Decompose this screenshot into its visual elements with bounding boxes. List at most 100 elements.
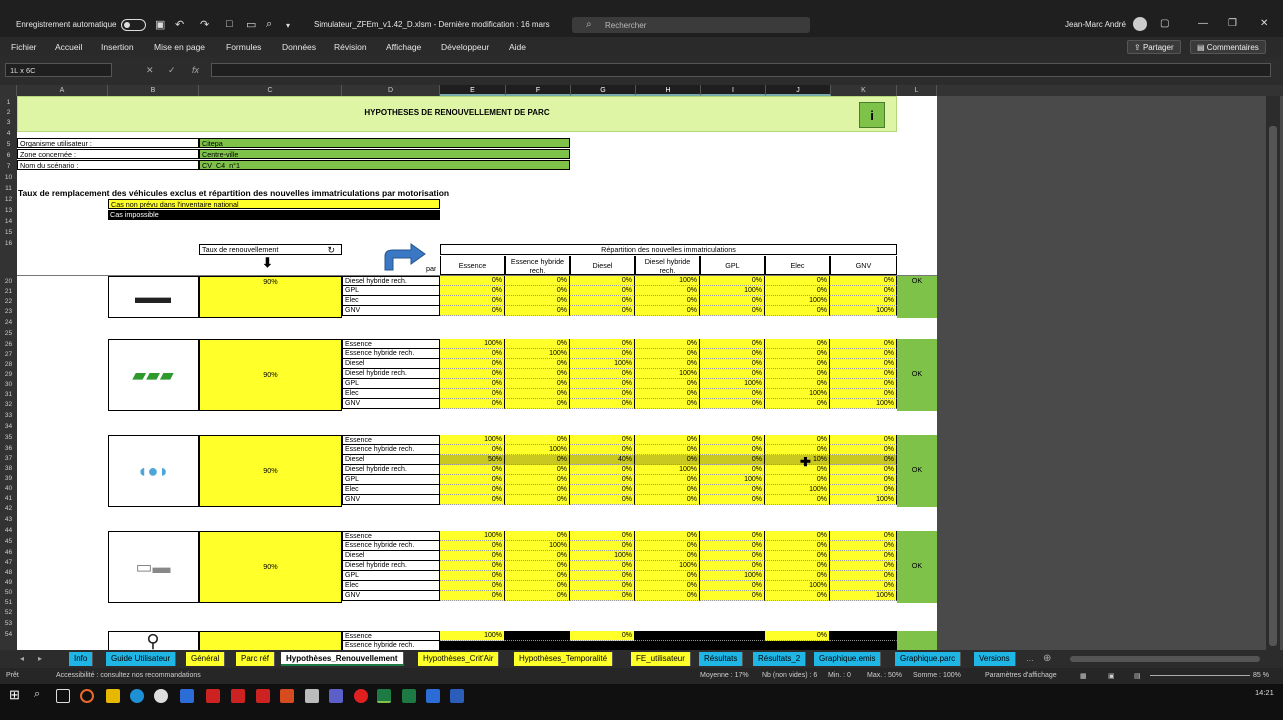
row-header[interactable]: 6 (0, 151, 17, 161)
percent-cell[interactable]: 0% (635, 389, 700, 399)
row-header[interactable]: 45 (0, 537, 17, 547)
column-header[interactable]: A (17, 85, 108, 96)
row-header[interactable]: 24 (0, 318, 17, 328)
percent-cell[interactable] (830, 631, 897, 641)
row-header[interactable]: 20 (0, 277, 17, 287)
percent-cell[interactable]: 0% (700, 296, 765, 306)
next-sheet-icon[interactable]: ▸ (38, 654, 42, 663)
row-header[interactable]: 42 (0, 504, 17, 514)
tab-2[interactable]: Général (186, 652, 226, 666)
percent-cell[interactable]: 0% (570, 631, 635, 641)
percent-cell[interactable]: 100% (440, 435, 505, 445)
row-header[interactable]: 22 (0, 297, 17, 307)
percent-cell[interactable]: 0% (440, 286, 505, 296)
percent-cell[interactable]: 0% (505, 591, 570, 601)
share-button[interactable]: ⇪ Partager (1127, 40, 1181, 54)
refresh-icon[interactable]: ↻ (327, 245, 335, 254)
menu-aide[interactable]: Aide (509, 42, 526, 52)
percent-cell[interactable]: 0% (440, 591, 505, 601)
percent-cell[interactable]: 0% (700, 306, 765, 316)
row-header[interactable]: 51 (0, 598, 17, 608)
windows-start-icon[interactable]: ⊞ (9, 687, 20, 703)
excel-icon[interactable] (377, 689, 391, 703)
column-header[interactable]: D (342, 85, 440, 96)
percent-cell[interactable]: 0% (635, 475, 700, 485)
new-file-icon[interactable]: □ (226, 18, 233, 30)
row-header[interactable]: 40 (0, 484, 17, 494)
percent-cell[interactable]: 0% (700, 359, 765, 369)
percent-cell[interactable]: 0% (440, 276, 505, 286)
percent-cell[interactable] (635, 631, 700, 641)
row-header[interactable]: 50 (0, 588, 17, 598)
percent-cell[interactable]: 0% (635, 339, 700, 349)
percent-cell[interactable]: 0% (570, 369, 635, 379)
row-header[interactable]: 48 (0, 568, 17, 578)
percent-cell[interactable]: 0% (505, 369, 570, 379)
percent-cell[interactable]: 0% (635, 286, 700, 296)
percent-cell[interactable]: 0% (570, 581, 635, 591)
percent-cell[interactable]: 0% (570, 389, 635, 399)
percent-cell[interactable]: 0% (570, 475, 635, 485)
tab-6[interactable]: Hypothèses_Temporalité (514, 652, 614, 666)
enter-icon[interactable]: ✓ (168, 65, 176, 76)
percent-cell[interactable]: 0% (700, 445, 765, 455)
percent-cell[interactable]: 10% (765, 455, 830, 465)
percent-cell[interactable]: 0% (765, 541, 830, 551)
powerpoint-icon[interactable] (280, 689, 294, 703)
percent-cell[interactable]: 0% (830, 475, 897, 485)
percent-cell[interactable]: 0% (440, 349, 505, 359)
percent-cell[interactable]: 0% (830, 339, 897, 349)
row-header[interactable]: 52 (0, 608, 17, 618)
row-header[interactable]: 11 (0, 184, 17, 194)
percent-cell[interactable]: 0% (700, 495, 765, 505)
percent-cell[interactable]: 100% (765, 581, 830, 591)
percent-cell[interactable]: 0% (635, 591, 700, 601)
percent-cell[interactable]: 100% (570, 359, 635, 369)
percent-cell[interactable]: 0% (440, 551, 505, 561)
percent-cell[interactable]: 0% (635, 399, 700, 409)
row-header[interactable]: 26 (0, 340, 17, 350)
search-box[interactable]: ⌕ Rechercher (572, 17, 810, 33)
zoom-slider[interactable] (1150, 675, 1250, 676)
autosave-toggle[interactable] (121, 19, 146, 31)
row-header[interactable]: 2 (0, 108, 17, 118)
row-header[interactable]: 29 (0, 370, 17, 380)
explorer-icon[interactable] (106, 689, 120, 703)
percent-cell[interactable]: 0% (505, 339, 570, 349)
percent-cell[interactable]: 0% (765, 495, 830, 505)
tab-5[interactable]: Hypothèses_Crit'Air (418, 652, 500, 666)
more-sheets-icon[interactable]: … (1026, 654, 1034, 663)
percent-cell[interactable]: 0% (765, 276, 830, 286)
percent-cell[interactable]: 0% (505, 286, 570, 296)
open-icon[interactable]: ▭ (246, 18, 256, 31)
zone-value[interactable]: Centre-ville (199, 149, 570, 159)
scroll-thumb[interactable] (1269, 126, 1277, 646)
percent-cell[interactable]: 0% (440, 369, 505, 379)
menu-developpeur[interactable]: Développeur (441, 42, 489, 52)
menu-fichier[interactable]: Fichier (11, 42, 37, 52)
percent-cell[interactable]: 0% (700, 399, 765, 409)
percent-cell[interactable]: 0% (440, 541, 505, 551)
percent-cell[interactable]: 0% (765, 551, 830, 561)
renewal-rate-cell[interactable]: 90% (199, 276, 342, 318)
accessibility-status[interactable]: Accessibilité : consultez nos recommanda… (56, 672, 201, 679)
percent-cell[interactable]: 0% (700, 485, 765, 495)
tab-8[interactable]: Résultats (699, 652, 744, 666)
row-header[interactable]: 38 (0, 464, 17, 474)
row-header[interactable]: 44 (0, 526, 17, 536)
percent-cell[interactable]: 0% (765, 465, 830, 475)
add-sheet-icon[interactable]: ⊕ (1043, 653, 1051, 664)
avatar[interactable] (1133, 17, 1147, 31)
percent-cell[interactable]: 0% (635, 551, 700, 561)
percent-cell[interactable]: 0% (635, 435, 700, 445)
percent-cell[interactable]: 0% (830, 571, 897, 581)
percent-cell[interactable] (700, 641, 765, 650)
percent-cell[interactable]: 0% (700, 531, 765, 541)
percent-cell[interactable]: 0% (440, 399, 505, 409)
percent-cell[interactable]: 0% (765, 369, 830, 379)
row-header[interactable]: 39 (0, 474, 17, 484)
spreadsheet-grid[interactable]: HYPOTHESES DE RENOUVELLEMENT DE PARC i O… (17, 96, 937, 650)
percent-cell[interactable]: 0% (830, 551, 897, 561)
row-header[interactable]: 47 (0, 558, 17, 568)
search-icon[interactable]: ⌕ (34, 688, 40, 701)
